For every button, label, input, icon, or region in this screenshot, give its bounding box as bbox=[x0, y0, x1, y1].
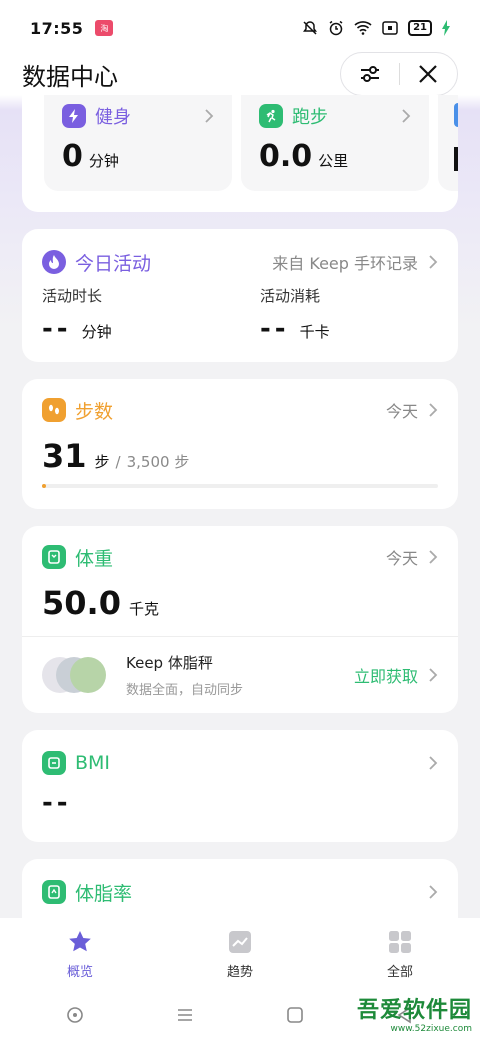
body-fat-icon bbox=[42, 880, 66, 904]
steps-separator: / bbox=[115, 453, 121, 471]
calories-value: -- bbox=[260, 314, 290, 344]
chevron-right-icon bbox=[429, 403, 438, 417]
trend-icon bbox=[229, 930, 251, 953]
lightning-icon bbox=[62, 104, 86, 128]
activity-source: 来自 Keep 手环记录 bbox=[272, 254, 418, 273]
star-icon bbox=[69, 930, 91, 951]
weight-unit: 千克 bbox=[128, 600, 159, 618]
fitness-tile[interactable]: 健身 0 分钟 bbox=[44, 95, 232, 191]
bmi-icon bbox=[42, 751, 66, 775]
watermark-title: 吾爱软件园 bbox=[356, 998, 472, 1023]
bmi-card[interactable]: BMI -- bbox=[22, 730, 458, 842]
sliders-icon bbox=[360, 66, 379, 82]
battery-indicator: 21 bbox=[408, 20, 432, 36]
weight-title: 体重 bbox=[75, 547, 114, 570]
steps-title: 步数 bbox=[75, 400, 114, 423]
tile-value-peek bbox=[454, 147, 458, 171]
bottom-navigation: 概览 趋势 全部 bbox=[0, 918, 480, 990]
nav-overview-label: 概览 bbox=[66, 964, 93, 980]
nav-all-label: 全部 bbox=[386, 964, 413, 980]
watermark: 吾爱软件园 www.52zixue.com bbox=[342, 988, 472, 1038]
bmi-title: BMI bbox=[75, 752, 111, 774]
calories-label: 活动消耗 bbox=[260, 287, 321, 305]
chevron-right-icon bbox=[429, 255, 438, 269]
activity-title: 今日活动 bbox=[75, 252, 152, 275]
steps-progress-fill bbox=[42, 484, 46, 488]
scale-product-image bbox=[42, 653, 108, 697]
watermark-url: www.52zixue.com bbox=[390, 1024, 472, 1034]
weight-card[interactable]: 体重 今天 50.0 千克 Keep 体脂秤 数据全面，自动同步 立即获取 bbox=[22, 526, 458, 713]
header-action-group bbox=[340, 52, 458, 96]
sports-summary-card: 健身 0 分钟 跑步 0.0 公里 bbox=[22, 95, 458, 212]
steps-card[interactable]: 步数 今天 31 步 / 3,500 步 bbox=[22, 379, 458, 509]
chevron-right-icon bbox=[205, 109, 214, 123]
duration-unit: 分钟 bbox=[81, 323, 112, 341]
grid-icon bbox=[389, 930, 411, 953]
close-button[interactable] bbox=[399, 52, 457, 96]
scale-promo[interactable]: Keep 体脂秤 数据全面，自动同步 立即获取 bbox=[22, 637, 458, 713]
chevron-right-icon bbox=[402, 109, 411, 123]
bmi-value: -- bbox=[42, 788, 72, 818]
menu-icon[interactable] bbox=[175, 1005, 195, 1025]
mute-icon bbox=[303, 21, 318, 35]
tile-icon-peek bbox=[454, 103, 458, 127]
steps-goal: 3,500 步 bbox=[126, 453, 190, 471]
scale-icon bbox=[42, 545, 66, 569]
nav-overview[interactable]: 概览 bbox=[0, 918, 160, 990]
promo-subtitle: 数据全面，自动同步 bbox=[126, 683, 244, 698]
filter-button[interactable] bbox=[341, 52, 399, 96]
status-time: 17:55 bbox=[30, 18, 84, 38]
close-icon bbox=[419, 65, 438, 83]
steps-value: 31 bbox=[42, 437, 87, 475]
fitness-value: 0 bbox=[62, 139, 83, 174]
charging-icon bbox=[442, 20, 450, 36]
footprints-icon bbox=[42, 398, 66, 422]
chevron-right-icon bbox=[429, 756, 438, 770]
running-tile[interactable]: 跑步 0.0 公里 bbox=[241, 95, 429, 191]
fitness-label: 健身 bbox=[95, 107, 131, 128]
chevron-right-icon bbox=[429, 668, 438, 682]
duration-label: 活动时长 bbox=[42, 287, 103, 305]
steps-progress-bar bbox=[42, 484, 438, 488]
weight-period: 今天 bbox=[385, 549, 418, 568]
next-tile-peek[interactable] bbox=[438, 95, 458, 191]
steps-unit: 步 bbox=[94, 453, 110, 471]
calories-unit: 千卡 bbox=[299, 323, 330, 341]
nav-trend-label: 趋势 bbox=[226, 964, 253, 980]
assistant-icon[interactable] bbox=[65, 1005, 85, 1025]
app-notification-icon: 淘 bbox=[95, 20, 114, 36]
status-icons: 21 bbox=[302, 20, 450, 36]
promo-title: Keep 体脂秤 bbox=[126, 654, 213, 672]
duration-value: -- bbox=[42, 314, 72, 344]
nav-all[interactable]: 全部 bbox=[320, 918, 480, 990]
running-icon bbox=[259, 104, 283, 128]
fitness-unit: 分钟 bbox=[88, 152, 119, 170]
running-value: 0.0 bbox=[259, 139, 313, 174]
running-unit: 公里 bbox=[318, 152, 349, 170]
page-header: 数据中心 bbox=[0, 48, 480, 100]
chevron-right-icon bbox=[429, 885, 438, 899]
steps-period: 今天 bbox=[385, 402, 418, 421]
alarm-icon bbox=[329, 20, 343, 36]
promo-action[interactable]: 立即获取 bbox=[354, 663, 418, 687]
screen-cast-icon bbox=[382, 21, 398, 35]
flame-icon bbox=[42, 250, 66, 274]
chevron-right-icon bbox=[429, 550, 438, 564]
home-icon[interactable] bbox=[285, 1005, 305, 1025]
running-label: 跑步 bbox=[292, 107, 328, 128]
weight-value: 50.0 bbox=[42, 584, 121, 622]
nav-trend[interactable]: 趋势 bbox=[160, 918, 320, 990]
wifi-icon bbox=[354, 21, 372, 35]
page-title: 数据中心 bbox=[22, 62, 118, 91]
body-fat-title: 体脂率 bbox=[75, 882, 133, 905]
today-activity-card[interactable]: 今日活动 来自 Keep 手环记录 活动时长 -- 分钟 活动消耗 -- 千卡 bbox=[22, 229, 458, 362]
